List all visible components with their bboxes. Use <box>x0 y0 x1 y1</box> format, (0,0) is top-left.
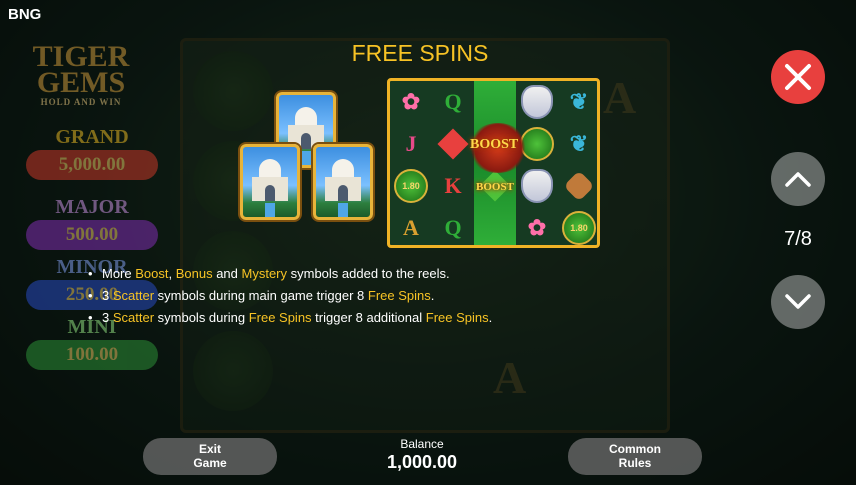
exit-game-label-line1: Exit <box>198 442 221 456</box>
preview-reel: ✿ <box>516 81 558 245</box>
next-page-button[interactable] <box>771 275 825 329</box>
ruby-gem-icon <box>437 128 469 160</box>
chevron-up-icon <box>785 172 811 187</box>
woman-portrait-icon <box>563 170 595 202</box>
lotus-icon: ✿ <box>527 215 547 240</box>
free-spins-reel-preview: ✿ J 1.80 A Q K Q ✿ ❦ ❦ 1.80 BOOST BOOST <box>387 78 600 248</box>
help-title: FREE SPINS <box>351 40 489 66</box>
common-rules-button[interactable]: Common Rules <box>568 438 702 475</box>
taj-mahal-scatter-symbol <box>240 144 300 220</box>
close-icon <box>785 64 811 90</box>
jackpot-value: 100.00 <box>26 340 158 370</box>
preview-reel: Q K Q <box>432 81 474 245</box>
symbol-a: A <box>403 215 419 240</box>
jackpot-name: MAJOR <box>55 196 129 218</box>
previous-page-button[interactable] <box>771 152 825 206</box>
help-bullet-list: • More Boost, Bonus and Mystery symbols a… <box>88 263 608 329</box>
jackpot-value: 5,000.00 <box>26 150 158 180</box>
chevron-down-icon <box>785 294 811 309</box>
help-bullet: • 3 Scatter symbols during Free Spins tri… <box>88 310 493 325</box>
balance-value: 1,000.00 <box>386 452 458 472</box>
preview-reel: ✿ J 1.80 A <box>390 81 432 245</box>
white-tiger-icon <box>521 169 553 203</box>
brand-logo: BNG <box>8 6 42 23</box>
page-indicator: 7/8 <box>784 228 812 250</box>
help-bullet: • More Boost, Bonus and Mystery symbols a… <box>88 266 450 281</box>
close-button[interactable] <box>771 50 825 104</box>
preview-reel: ❦ ❦ 1.80 <box>558 81 597 245</box>
jackpot-name: GRAND <box>55 126 129 148</box>
exit-game-button[interactable]: Exit Game <box>143 438 277 475</box>
jackpot-grand: GRAND 5,000.00 <box>22 126 162 180</box>
boost-symbol: BOOST <box>476 181 514 193</box>
balance-label: Balance <box>400 437 444 451</box>
symbol-j: J <box>405 131 417 156</box>
symbol-k: K <box>444 173 462 198</box>
exit-game-label-line2: Game <box>193 456 227 470</box>
symbol-q: Q <box>444 215 462 240</box>
peacock-feather-icon: ❦ <box>569 131 589 156</box>
lotus-icon: ✿ <box>401 89 421 114</box>
common-rules-label-line1: Common <box>609 442 661 456</box>
taj-mahal-scatter-symbol <box>313 144 373 220</box>
help-bullet: • 3 Scatter symbols during main game trig… <box>88 288 435 303</box>
common-rules-label-line2: Rules <box>618 456 652 470</box>
peacock-feather-icon: ❦ <box>569 89 589 114</box>
boost-symbol: BOOST <box>470 137 519 152</box>
jackpot-value: 500.00 <box>26 220 158 250</box>
symbol-q: Q <box>444 89 462 114</box>
white-tiger-icon <box>521 85 553 119</box>
coin-symbol: 1.80 <box>394 169 428 203</box>
jackpot-major: MAJOR 500.00 <box>22 196 162 250</box>
coin-symbol: 1.80 <box>562 211 596 245</box>
